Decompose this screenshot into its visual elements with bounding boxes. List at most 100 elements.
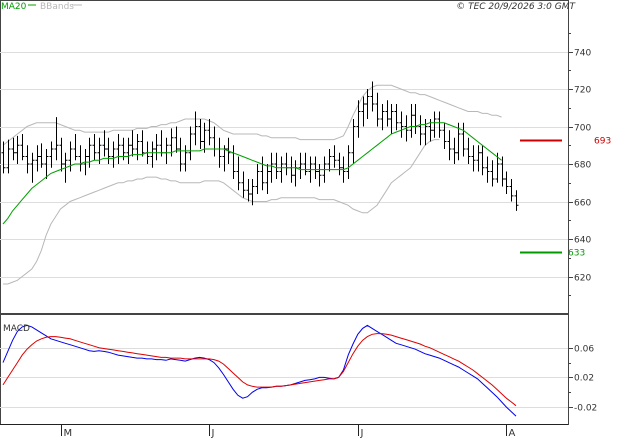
ohlc-bar bbox=[418, 115, 423, 146]
ohlc-bar bbox=[313, 156, 318, 179]
ohlc-bar bbox=[437, 111, 442, 138]
macd-line bbox=[2, 324, 517, 417]
ohlc-bar bbox=[6, 139, 11, 174]
ohlc-bar bbox=[106, 137, 111, 164]
ohlc-bar bbox=[356, 100, 361, 138]
ohlc-bar bbox=[92, 134, 97, 161]
ohlc-bar bbox=[500, 156, 505, 187]
ohlc-bar bbox=[73, 134, 78, 161]
macd-y-axis: -0.02 0.02 0.06 bbox=[568, 345, 597, 414]
ohlc-bar bbox=[111, 141, 116, 168]
ohlc-bar bbox=[260, 156, 265, 191]
legend-ma20: MA20 bbox=[1, 2, 27, 12]
ohlc-bar bbox=[198, 119, 203, 149]
source-stamp: © TEC 20/9/2026 3:0 GMT bbox=[456, 2, 576, 12]
ohlc-bar bbox=[1, 141, 6, 174]
ohlc-bar bbox=[514, 190, 519, 211]
ohlc-bar bbox=[140, 130, 145, 157]
ohlc-bar bbox=[452, 137, 457, 164]
time-tick-label: J bbox=[211, 428, 215, 439]
ohlc-bar bbox=[130, 130, 135, 157]
ohlc-bar bbox=[394, 104, 399, 131]
ohlc-bar bbox=[485, 156, 490, 183]
ohlc-bar bbox=[389, 104, 394, 134]
ohlc-bar bbox=[442, 122, 447, 149]
ma20-line bbox=[2, 122, 502, 225]
time-tick-label: A bbox=[509, 428, 516, 439]
ohlc-bar bbox=[102, 130, 107, 157]
ohlc-bar bbox=[116, 134, 121, 164]
ohlc-bar bbox=[274, 152, 279, 179]
macd-title: MACD bbox=[3, 324, 30, 334]
ohlc-bar bbox=[279, 156, 284, 183]
ohlc-bar bbox=[432, 111, 437, 138]
ohlc-bar bbox=[178, 137, 183, 172]
ohlc-bar bbox=[188, 126, 193, 161]
ohlc-bar bbox=[480, 145, 485, 176]
macd-tick-label: 0.06 bbox=[574, 345, 594, 355]
ohlc-bar bbox=[217, 137, 222, 168]
signal-line bbox=[2, 333, 517, 407]
ohlc-bar bbox=[365, 89, 370, 119]
ohlc-bar bbox=[11, 137, 16, 161]
ohlc-bar bbox=[265, 164, 270, 194]
time-axis: MJJAS bbox=[61, 424, 516, 439]
ohlc-bar bbox=[25, 145, 30, 174]
stock-chart: 693 633 620 640 660 680 700 720 740 -0.02 0.02 0.… bbox=[0, 0, 611, 439]
resistance-label: 693 bbox=[594, 137, 611, 147]
ohlc-bar bbox=[255, 164, 260, 194]
ohlc-bar bbox=[241, 171, 246, 198]
ohlc-bar bbox=[154, 134, 159, 161]
ohlc-bar bbox=[59, 137, 64, 172]
bbands-lower-line bbox=[3, 139, 440, 285]
ohlc-bar bbox=[476, 145, 481, 172]
ohlc-bar bbox=[327, 149, 332, 172]
ohlc-bar bbox=[174, 126, 179, 153]
ohlc-bar bbox=[269, 152, 274, 183]
ohlc-bar bbox=[49, 141, 54, 168]
price-tick-label: 620 bbox=[574, 274, 591, 284]
ohlc-bar bbox=[78, 145, 83, 172]
ohlc-bar bbox=[246, 179, 251, 202]
ohlc-bar bbox=[346, 145, 351, 179]
ohlc-bar bbox=[126, 137, 131, 164]
ohlc-bar bbox=[409, 104, 414, 138]
price-tick-label: 700 bbox=[574, 124, 591, 134]
ma20-path bbox=[2, 122, 502, 225]
ohlc-bar bbox=[68, 141, 73, 172]
ohlc-bar bbox=[317, 164, 322, 187]
ohlc-bar bbox=[385, 100, 390, 127]
ohlc-bar bbox=[413, 104, 418, 134]
macd-tick-label: 0.02 bbox=[574, 374, 594, 384]
ohlc-bar bbox=[375, 92, 380, 127]
ohlc-bar bbox=[471, 145, 476, 172]
legend-bbands: BBands bbox=[40, 2, 74, 12]
price-tick-label: 680 bbox=[574, 161, 591, 171]
ohlc-bar bbox=[298, 152, 303, 179]
ohlc-bar bbox=[231, 145, 236, 179]
ohlc-bar bbox=[423, 119, 428, 146]
bbands-upper-line bbox=[2, 84, 502, 146]
macd-tick-label: -0.02 bbox=[574, 404, 597, 414]
ohlc-bar bbox=[212, 126, 217, 157]
ohlc-bar bbox=[193, 111, 198, 146]
price-tick-label: 720 bbox=[574, 86, 591, 96]
ohlc-bar bbox=[164, 137, 169, 164]
ohlc-bar bbox=[504, 171, 509, 194]
ohlc-bar bbox=[207, 119, 212, 146]
ohlc-bar bbox=[135, 134, 140, 161]
ohlc-bar bbox=[380, 104, 385, 131]
ohlc-bar bbox=[466, 137, 471, 164]
price-tick-label: 640 bbox=[574, 236, 591, 246]
ohlc-bar bbox=[289, 156, 294, 183]
support-label: 633 bbox=[568, 249, 585, 259]
ohlc-bar bbox=[183, 145, 188, 172]
ohlc-bar bbox=[15, 135, 20, 164]
ohlc-bar bbox=[351, 119, 356, 164]
ohlc-bar bbox=[30, 152, 35, 183]
ohlc-bar bbox=[20, 134, 25, 161]
ohlc-bar bbox=[447, 130, 452, 161]
time-tick-label: J bbox=[360, 428, 364, 439]
ohlc-bar bbox=[236, 156, 241, 191]
price-tick-label: 740 bbox=[574, 49, 591, 59]
